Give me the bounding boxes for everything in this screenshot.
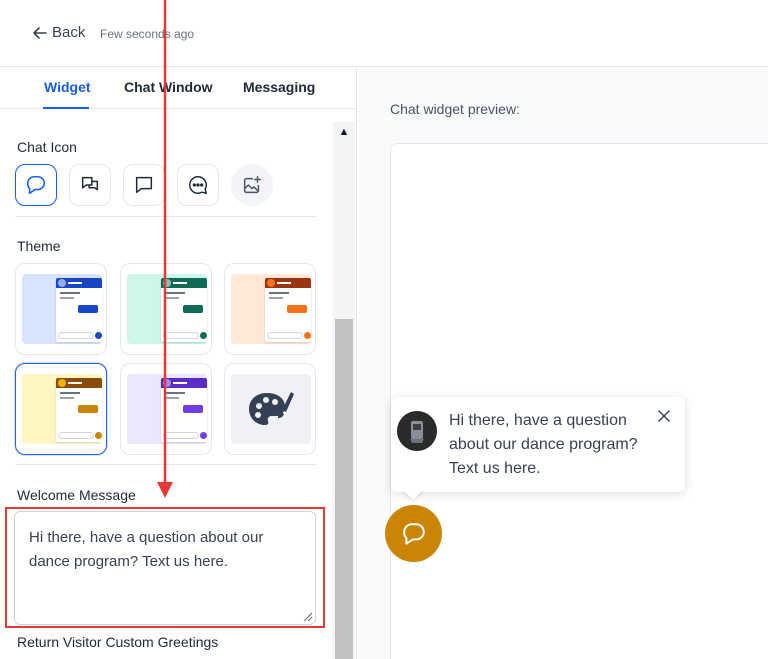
saved-status: Few seconds ago bbox=[100, 27, 195, 41]
theme-preview bbox=[231, 374, 311, 444]
top-bar: Back Few seconds ago bbox=[0, 0, 768, 67]
preview-panel: Chat widget preview: bbox=[358, 67, 768, 659]
theme-preview bbox=[22, 274, 102, 344]
back-button[interactable]: Back bbox=[32, 24, 85, 41]
avatar bbox=[397, 411, 437, 451]
theme-option-yellow[interactable] bbox=[15, 363, 107, 455]
tab-messaging[interactable]: Messaging bbox=[243, 79, 315, 95]
scroll-thumb[interactable] bbox=[335, 319, 353, 659]
avatar-logo-icon bbox=[397, 411, 437, 451]
chat-bubble-outline-icon bbox=[26, 175, 46, 195]
theme-option-orange[interactable] bbox=[224, 263, 316, 355]
theme-option-custom[interactable] bbox=[224, 363, 316, 455]
welcome-message-label: Welcome Message bbox=[17, 487, 136, 503]
square-chat-icon bbox=[135, 176, 153, 194]
chat-icon-option-1[interactable] bbox=[15, 164, 57, 206]
upload-image-icon bbox=[243, 176, 261, 194]
annotation-highlight-box bbox=[5, 507, 325, 628]
chat-icon-option-4[interactable] bbox=[177, 164, 219, 206]
theme-preview bbox=[127, 374, 207, 444]
arrow-left-icon bbox=[33, 26, 47, 39]
greeting-message: Hi there, have a question about our danc… bbox=[449, 412, 638, 477]
preview-label: Chat widget preview: bbox=[390, 101, 520, 117]
section-divider bbox=[15, 464, 317, 465]
chat-launcher-button[interactable] bbox=[385, 505, 442, 562]
scroll-up-arrow-icon[interactable]: ▲ bbox=[333, 122, 355, 142]
chat-bubble-outline-icon bbox=[402, 522, 425, 545]
panel-scrollbar[interactable]: ▲ bbox=[333, 122, 355, 659]
greeting-popup[interactable]: Hi there, have a question about our danc… bbox=[391, 397, 685, 492]
tab-widget[interactable]: Widget bbox=[44, 79, 91, 95]
chat-icon-option-3[interactable] bbox=[123, 164, 165, 206]
theme-preview bbox=[231, 274, 311, 344]
settings-panel: Widget Chat Window Messaging ▲ Chat Icon bbox=[0, 67, 357, 659]
theme-label: Theme bbox=[17, 238, 61, 254]
chat-dots-icon bbox=[189, 176, 207, 194]
section-divider bbox=[15, 216, 317, 217]
chat-icon-label: Chat Icon bbox=[17, 139, 77, 155]
active-tab-indicator bbox=[43, 107, 89, 109]
theme-option-purple[interactable] bbox=[120, 363, 212, 455]
tab-chat-window[interactable]: Chat Window bbox=[124, 79, 213, 95]
double-chat-icon bbox=[81, 176, 99, 191]
theme-preview bbox=[22, 374, 102, 444]
theme-preview bbox=[127, 274, 207, 344]
chat-icon-upload-button[interactable] bbox=[231, 164, 273, 206]
settings-tabs: Widget Chat Window Messaging bbox=[0, 67, 356, 109]
theme-option-teal[interactable] bbox=[120, 263, 212, 355]
greeting-popup-tail bbox=[402, 489, 424, 500]
theme-option-blue[interactable] bbox=[15, 263, 107, 355]
close-icon[interactable] bbox=[657, 409, 671, 423]
palette-icon bbox=[249, 392, 294, 425]
chat-icon-option-2[interactable] bbox=[69, 164, 111, 206]
back-label: Back bbox=[52, 24, 86, 41]
return-visitor-label: Return Visitor Custom Greetings bbox=[17, 634, 219, 650]
